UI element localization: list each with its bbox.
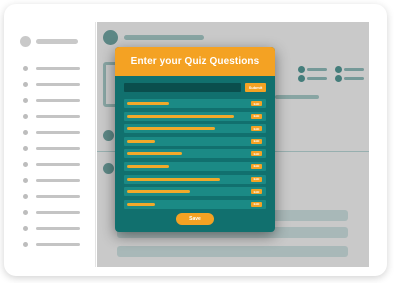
question-row: Edit [124, 199, 266, 209]
bullet-icon [23, 82, 28, 87]
sidebar-divider [95, 22, 96, 267]
question-row: Edit [124, 187, 266, 197]
bullet-icon [23, 66, 28, 71]
modal-header: Enter your Quiz Questions [115, 47, 275, 76]
edit-button[interactable]: Edit [251, 101, 262, 106]
sidebar-item-placeholder [36, 195, 80, 198]
sidebar-item[interactable] [23, 193, 83, 199]
submit-button[interactable]: Submit [245, 83, 266, 92]
bullet-icon [23, 194, 28, 199]
question-row: Edit [124, 174, 266, 184]
sidebar-item-placeholder [36, 99, 80, 102]
sidebar-item-placeholder [36, 179, 80, 182]
sidebar-item-placeholder [36, 115, 80, 118]
question-row: Edit [124, 161, 266, 171]
sidebar-item[interactable] [23, 161, 83, 167]
sidebar-item-placeholder [36, 131, 80, 134]
sidebar-item[interactable] [23, 129, 83, 135]
question-row: Edit [124, 136, 266, 146]
sidebar-item-placeholder [36, 163, 80, 166]
sidebar-item-placeholder [36, 227, 80, 230]
bullet-icon [23, 178, 28, 183]
question-text-placeholder [127, 202, 155, 206]
edit-button[interactable]: Edit [251, 113, 262, 119]
edit-button[interactable]: Edit [251, 151, 262, 157]
bullet-icon [23, 226, 28, 231]
bullet-icon [23, 114, 28, 119]
bullet-icon [23, 210, 28, 215]
bullet-icon [23, 130, 28, 135]
question-input[interactable] [124, 83, 241, 92]
sidebar-item[interactable] [23, 81, 83, 87]
modal-title: Enter your Quiz Questions [130, 56, 260, 67]
question-text-placeholder [127, 152, 182, 156]
question-text-placeholder [127, 177, 220, 181]
question-input-row: Submit [124, 83, 266, 92]
quiz-questions-modal: Enter your Quiz Questions Submit Edit Ed… [115, 47, 275, 232]
question-text-placeholder [127, 114, 234, 118]
sidebar-item[interactable] [23, 209, 83, 215]
question-row: Edit [124, 149, 266, 159]
question-list: Edit Edit Edit Edit Edit Edit Edit Edit [124, 99, 266, 212]
sidebar-avatar [20, 36, 31, 47]
edit-button[interactable]: Edit [251, 126, 262, 132]
bullet-icon [23, 98, 28, 103]
bullet-icon [23, 242, 28, 247]
sidebar-item[interactable] [23, 113, 83, 119]
sidebar-item-placeholder [36, 147, 80, 150]
sidebar-item[interactable] [23, 177, 83, 183]
sidebar-item[interactable] [23, 65, 83, 71]
sidebar-title-placeholder [36, 39, 78, 44]
sidebar-item-placeholder [36, 211, 80, 214]
edit-button[interactable]: Edit [251, 138, 262, 144]
edit-button[interactable]: Edit [251, 176, 262, 182]
question-text-placeholder [127, 139, 155, 143]
question-text-placeholder [127, 102, 169, 105]
save-button[interactable]: Save [176, 213, 214, 225]
sidebar-item[interactable] [23, 225, 83, 231]
question-row: Edit [124, 124, 266, 134]
edit-button[interactable]: Edit [251, 201, 262, 207]
edit-button[interactable]: Edit [251, 189, 262, 195]
edit-button[interactable]: Edit [251, 163, 262, 169]
bullet-icon [23, 146, 28, 151]
question-text-placeholder [127, 190, 190, 194]
question-row: Edit [124, 99, 266, 108]
sidebar-item-placeholder [36, 83, 80, 86]
sidebar-item[interactable] [23, 97, 83, 103]
sidebar-item[interactable] [23, 241, 83, 247]
sidebar-item-placeholder [36, 243, 80, 246]
question-text-placeholder [127, 127, 215, 131]
bullet-icon [23, 162, 28, 167]
sidebar-item[interactable] [23, 145, 83, 151]
sidebar-item-placeholder [36, 67, 80, 70]
question-text-placeholder [127, 164, 169, 168]
question-row: Edit [124, 111, 266, 121]
